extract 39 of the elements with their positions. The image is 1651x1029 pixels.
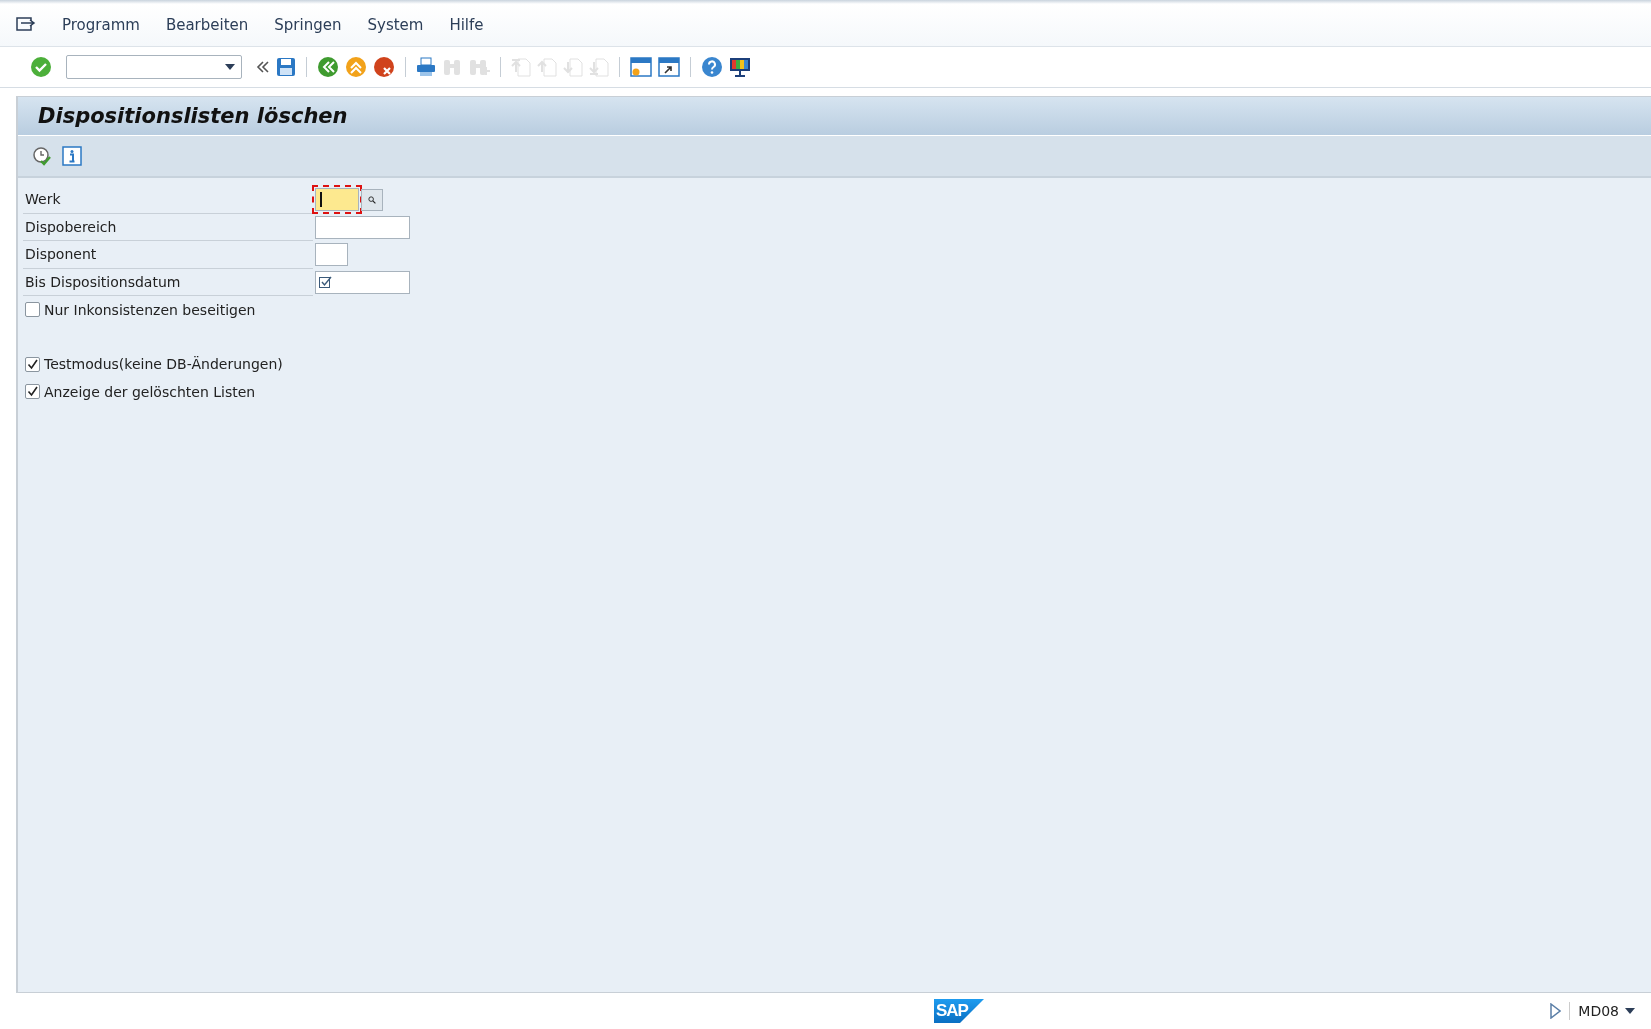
double-chevron-left-icon[interactable] bbox=[256, 60, 270, 74]
logo: SAP bbox=[934, 999, 984, 1023]
new-window-icon[interactable] bbox=[630, 56, 652, 78]
field-label: Bis Dispositionsdatum bbox=[23, 268, 313, 296]
menu-icon[interactable] bbox=[16, 16, 36, 34]
checkbox-label: Nur Inkonsistenzen beseitigen bbox=[44, 301, 256, 318]
help-icon[interactable] bbox=[701, 56, 723, 78]
checkbox-label: Anzeige der gelöschten Listen bbox=[44, 383, 256, 400]
input-field[interactable] bbox=[315, 270, 410, 294]
back-icon[interactable] bbox=[317, 56, 339, 78]
menu-item[interactable]: Programm bbox=[62, 16, 140, 34]
dropdown-caret-icon[interactable] bbox=[225, 64, 235, 70]
checkbox-label: Testmodus(keine DB-Änderungen) bbox=[44, 356, 283, 373]
menu-item[interactable]: Hilfe bbox=[449, 16, 484, 34]
menu-item[interactable]: Bearbeiten bbox=[165, 16, 249, 34]
screen-title: Dispositionslisten löschen bbox=[38, 104, 348, 128]
cancel-icon[interactable] bbox=[373, 56, 395, 78]
expand-triangle-icon[interactable] bbox=[1549, 1003, 1562, 1019]
save-icon[interactable] bbox=[276, 57, 296, 77]
input-field[interactable] bbox=[315, 188, 359, 212]
checkbox[interactable] bbox=[25, 384, 40, 400]
command-field[interactable] bbox=[66, 55, 242, 79]
input-field[interactable] bbox=[315, 215, 410, 239]
checkbox[interactable] bbox=[25, 356, 40, 372]
transaction-code[interactable]: MD08 bbox=[1569, 1002, 1641, 1020]
search-help-button[interactable] bbox=[361, 188, 383, 211]
clock-check-icon[interactable] bbox=[32, 146, 52, 166]
checkbox[interactable] bbox=[25, 302, 40, 318]
monitor-icon[interactable] bbox=[729, 56, 751, 78]
field-label: Disponent bbox=[23, 241, 313, 269]
input-field[interactable] bbox=[315, 243, 348, 267]
info-icon[interactable] bbox=[62, 146, 82, 166]
menu-item[interactable]: System bbox=[367, 16, 424, 34]
menu-item[interactable]: Springen bbox=[274, 16, 342, 34]
print-icon[interactable] bbox=[416, 57, 436, 77]
check-icon[interactable] bbox=[30, 56, 52, 78]
shortcut-icon[interactable] bbox=[658, 56, 680, 78]
required-check-icon bbox=[319, 275, 332, 289]
field-label: Dispobereich bbox=[23, 213, 313, 241]
